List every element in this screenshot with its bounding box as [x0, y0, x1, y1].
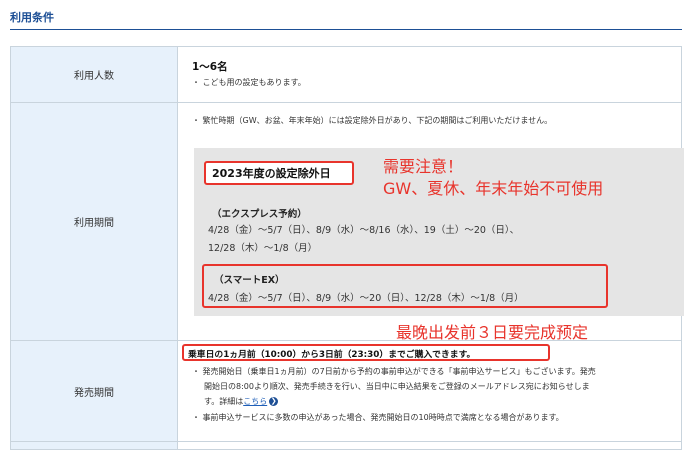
period-note: ・ 繁忙時期（GW、お盆、年末年始）には設定除外日があり、下記の期間はご利用いた…: [192, 116, 553, 125]
sales-note2: ・ 事前申込サービスに多数の申込があった場合、発売開始日の10時時点で満席となる…: [192, 413, 564, 422]
sales-note1-line3-prefix: す。詳細は: [204, 397, 244, 406]
content-people: 1〜6名 ・ こども用の設定もあります。: [177, 46, 682, 103]
annotation-deadline: 最晚出发前３日要完成预定: [396, 323, 589, 342]
smart-heading: （スマートEX）: [214, 275, 285, 286]
section-title: 利用条件: [10, 11, 54, 24]
label-people: 利用人数: [10, 46, 178, 103]
people-note: ・ こども用の設定もあります。: [192, 78, 306, 87]
sales-highlight-text: 乗車日の1ヵ月前（10:00）から3日前（23:30）までご購入できます。: [188, 350, 476, 360]
sales-note1-line3: す。詳細はこちら ❯: [204, 396, 279, 407]
table-row-sales: 発売期間 乗車日の1ヵ月前（10:00）から3日前（23:30）までご購入できま…: [10, 340, 682, 442]
table-row-next: [10, 441, 682, 450]
label-next: [10, 441, 178, 450]
label-period: 利用期間: [10, 102, 178, 341]
excluded-dates-title: 2023年度の設定除外日: [204, 161, 354, 185]
express-dates-line2: 12/28（木）〜1/8（月）: [208, 243, 318, 254]
arrow-right-icon[interactable]: ❯: [269, 397, 279, 406]
conditions-table: 利用人数 1〜6名 ・ こども用の設定もあります。 利用期間 ・ 繁忙時期（GW…: [10, 46, 684, 450]
label-sales: 発売期間: [10, 340, 178, 442]
table-row-people: 利用人数 1〜6名 ・ こども用の設定もあります。: [10, 46, 682, 103]
content-sales: 乗車日の1ヵ月前（10:00）から3日前（23:30）までご購入できます。 ・ …: [177, 340, 682, 442]
title-divider: [10, 29, 682, 30]
express-heading: （エクスプレス予約）: [212, 209, 307, 220]
details-link[interactable]: こちら: [243, 397, 267, 406]
express-dates-line1: 4/28（金）〜5/7（日）、8/9（水）〜8/16（水）、19（土）〜20（日…: [208, 225, 520, 236]
sales-note1-line1: ・ 発売開始日（乗車日1ヵ月前）の7日前から予約の事前申込ができる「事前申込サー…: [192, 367, 596, 376]
smart-dates-line: 4/28（金）〜5/7（日）、8/9（水）〜20（日）、12/28（木）〜1/8…: [208, 293, 524, 304]
content-period: ・ 繁忙時期（GW、お盆、年末年始）には設定除外日があり、下記の期間はご利用いた…: [177, 102, 684, 342]
table-row-period: 利用期間 ・ 繁忙時期（GW、お盆、年末年始）には設定除外日があり、下記の期間は…: [10, 102, 684, 342]
content-next: [177, 441, 682, 450]
people-value: 1〜6名: [192, 61, 228, 73]
annotation-notice-line2: GW、夏休、年末年始不可使用: [383, 179, 604, 198]
annotation-notice-line1: 需要注意！: [383, 157, 464, 176]
sales-note1-line2: 開始日の8:00より順次、発売手続きを行い、当日中に申込結果をご登録のメールアド…: [204, 382, 590, 391]
